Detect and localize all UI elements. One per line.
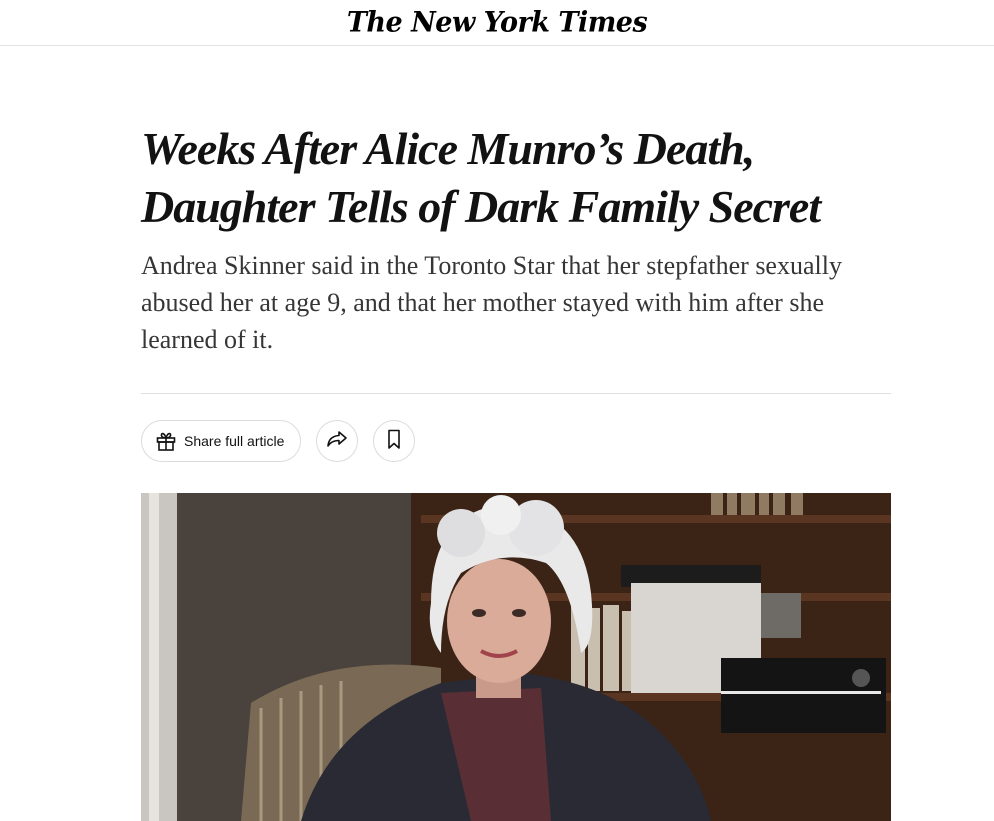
headline-line-1: Weeks After Alice Munro’s Death,: [141, 123, 755, 174]
save-button[interactable]: [373, 420, 415, 462]
share-arrow-icon: [325, 427, 349, 456]
masthead: The New York Times: [0, 0, 994, 46]
gift-icon: [154, 429, 178, 453]
headline-line-2: Daughter Tells of Dark Family Secret: [141, 181, 821, 232]
bookmark-icon: [382, 427, 406, 456]
article-headline: Weeks After Alice Munro’s Death, Daughte…: [141, 120, 921, 236]
share-full-article-button[interactable]: Share full article: [141, 420, 301, 462]
nyt-logo[interactable]: The New York Times: [347, 6, 648, 39]
share-button[interactable]: [316, 420, 358, 462]
divider: [141, 393, 891, 394]
share-full-article-label: Share full article: [184, 433, 285, 449]
article-summary: Andrea Skinner said in the Toronto Star …: [141, 251, 842, 354]
article-photo: [141, 493, 891, 821]
